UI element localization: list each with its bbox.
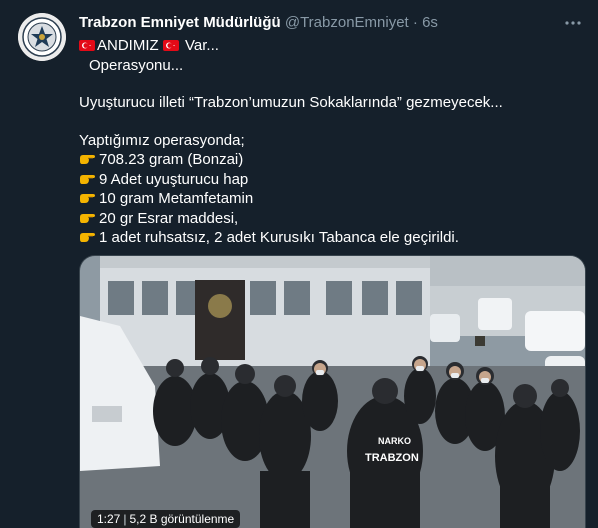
pointing-hand-icon	[79, 230, 97, 244]
tweet-line-operasyonu: Operasyonu...	[89, 56, 184, 74]
video-duration: 1:27	[97, 512, 121, 526]
video-frame: NARKO TRABZON	[80, 256, 585, 528]
tweet-text-var: Var...	[180, 37, 219, 54]
list-item: 9 Adet uyuşturucu hap	[79, 170, 579, 190]
tweet-line-title: ANDIMIZ Var...	[79, 36, 579, 56]
tweet-line-slogan: Uyuşturucu illeti “Trabzon’umuzun Sokakl…	[79, 94, 503, 111]
separator-dot: ·	[412, 14, 418, 31]
list-item-text: 708.23 gram (Bonzai)	[99, 151, 244, 168]
turkish-flag-icon	[79, 40, 95, 51]
tweet-time[interactable]: 6s	[422, 14, 438, 31]
tweet-text-andimiz: ANDIMIZ	[97, 37, 159, 54]
list-item-text: 20 gr Esrar maddesi,	[99, 209, 239, 227]
tweet-line-intro: Yaptığımız operasyonda;	[79, 131, 245, 149]
list-item-text: 10 gram Metamfetamin	[99, 190, 254, 207]
video-info-badge: 1:27 | 5,2 B görüntülenme	[91, 510, 241, 528]
pointing-hand-icon	[79, 191, 97, 205]
list-item-text: 1 adet ruhsatsız, 2 adet Kurusıkı Tabanc…	[99, 229, 459, 246]
list-item: 20 gr Esrar maddesi,	[79, 209, 579, 229]
tweet[interactable]: Trabzon Emniyet Müdürlüğü @TrabzonEmniye…	[0, 0, 598, 528]
video-player[interactable]: NARKO TRABZON 1:27 | 5,2 B görüntülenme	[79, 255, 586, 528]
list-item: 1 adet ruhsatsız, 2 adet Kurusıkı Tabanc…	[79, 228, 579, 248]
turkish-flag-icon	[162, 40, 179, 51]
video-views: 5,2 B görüntülenme	[129, 512, 235, 526]
list-item: 10 gram Metamfetamin	[79, 189, 579, 209]
pointing-hand-icon	[79, 172, 97, 186]
author-name[interactable]: Trabzon Emniyet Müdürlüğü	[79, 14, 281, 31]
badge-separator: |	[123, 512, 127, 526]
tweet-text: ANDIMIZ Var... Operasyonu... Uyuşturucu …	[79, 36, 579, 248]
vest-text-narko: NARKO	[378, 436, 411, 446]
author-handle[interactable]: @TrabzonEmniyet	[285, 14, 409, 31]
list-item: 708.23 gram (Bonzai)	[79, 150, 579, 170]
pointing-hand-icon	[79, 211, 97, 225]
vest-text-trabzon: TRABZON	[365, 452, 419, 464]
list-item-text: 9 Adet uyuşturucu hap	[99, 170, 249, 188]
avatar[interactable]	[18, 13, 66, 61]
more-horizontal-icon[interactable]	[562, 12, 584, 34]
pointing-hand-icon	[79, 152, 97, 166]
tweet-header: Trabzon Emniyet Müdürlüğü @TrabzonEmniye…	[79, 14, 438, 32]
